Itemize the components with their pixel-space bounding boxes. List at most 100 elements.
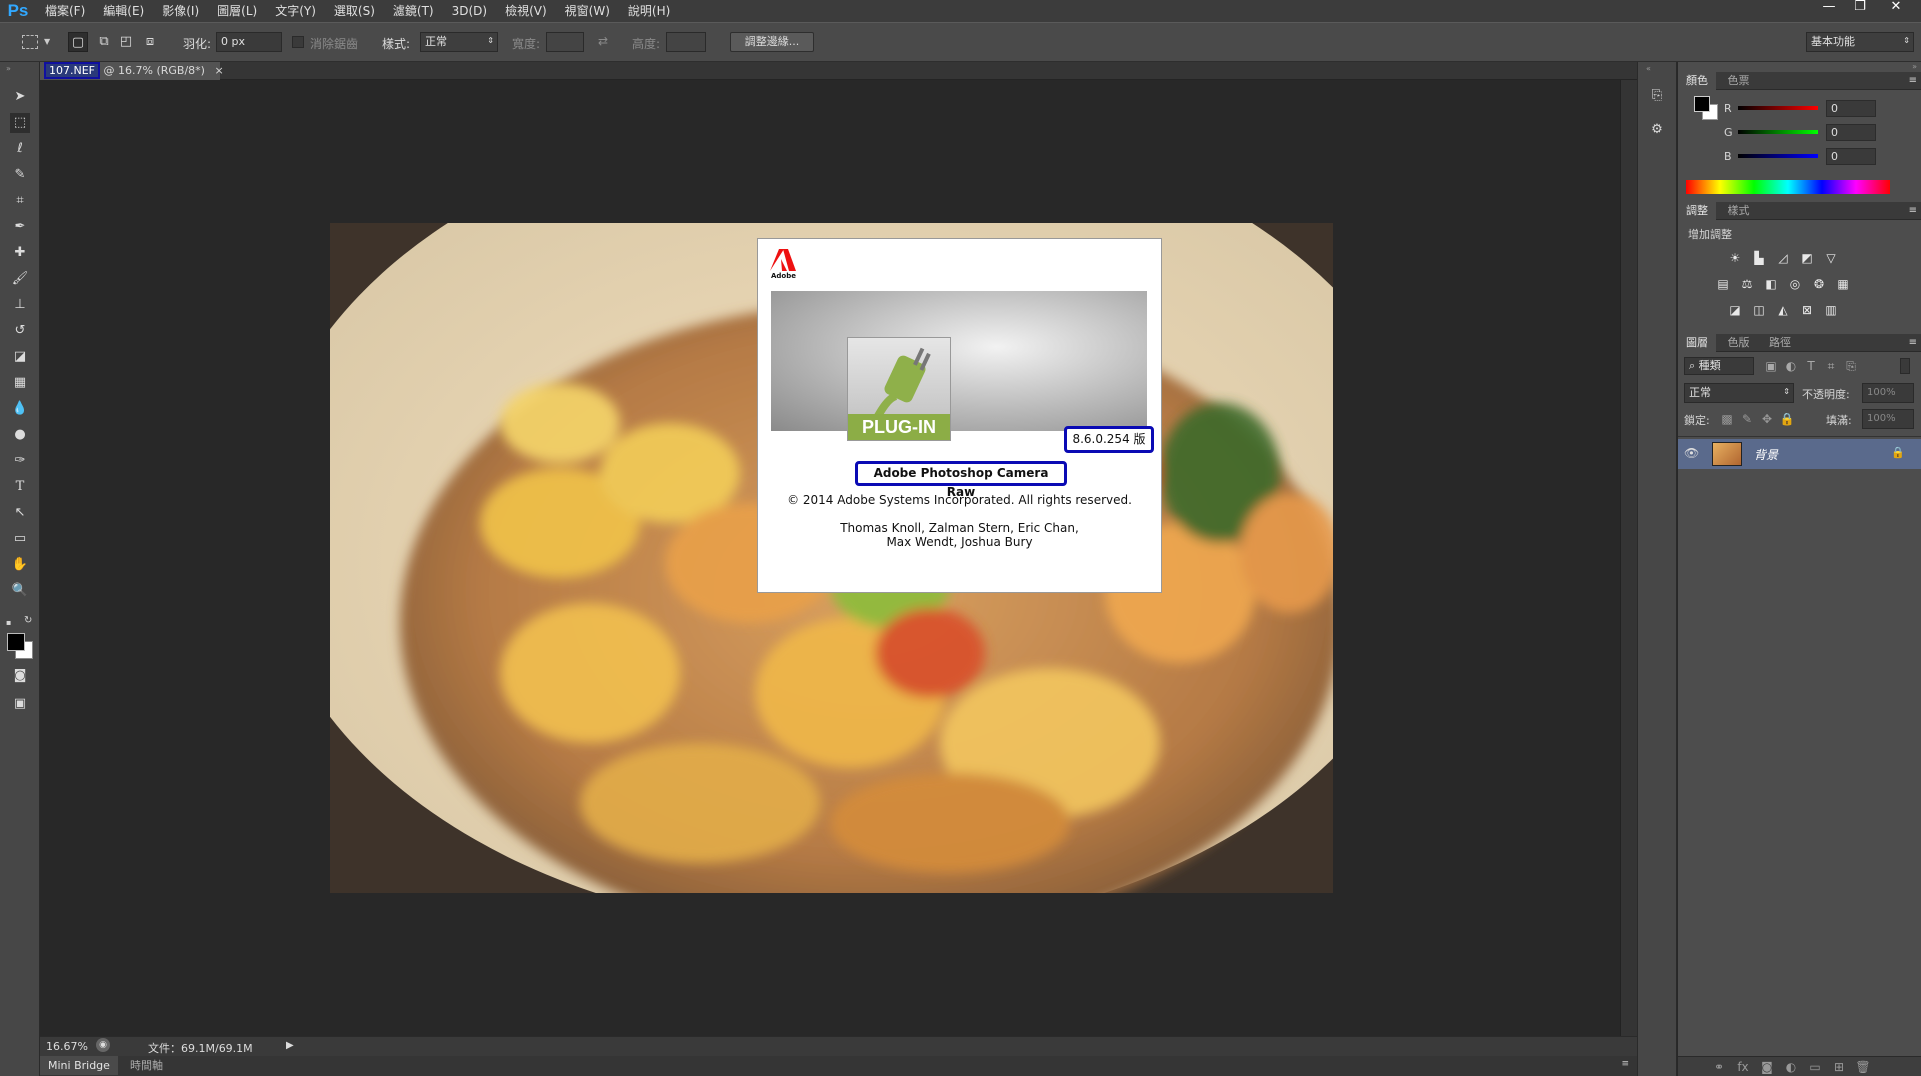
screen-mode-icon[interactable]: ▣ bbox=[10, 694, 30, 714]
visibility-eye-icon[interactable]: 👁 bbox=[1684, 446, 1699, 460]
tab-swatches[interactable]: 色票 bbox=[1720, 72, 1758, 90]
tab-mini-bridge[interactable]: Mini Bridge bbox=[40, 1056, 118, 1075]
refine-edge-button[interactable]: 調整邊緣... bbox=[730, 32, 814, 52]
fill-input[interactable]: 100% bbox=[1862, 409, 1914, 429]
link-layers-icon[interactable]: ⚭ bbox=[1710, 1059, 1728, 1075]
filter-pixel-icon[interactable]: ▣ bbox=[1762, 358, 1780, 374]
close-tab-icon[interactable]: × bbox=[214, 64, 223, 77]
collapse-icon[interactable]: » bbox=[1912, 62, 1917, 71]
slider-b[interactable] bbox=[1738, 154, 1818, 158]
filter-type-icon[interactable]: T bbox=[1802, 358, 1820, 374]
lock-image-icon[interactable]: ✎ bbox=[1738, 411, 1756, 427]
color-balance-icon[interactable]: ⚖ bbox=[1738, 276, 1756, 292]
menu-filter[interactable]: 濾鏡(T) bbox=[384, 0, 443, 22]
marquee-tool-preset-icon[interactable] bbox=[22, 35, 38, 49]
crop-tool-icon[interactable]: ⌗ bbox=[10, 191, 30, 211]
menu-3d[interactable]: 3D(D) bbox=[443, 0, 496, 22]
value-g[interactable]: 0 bbox=[1826, 124, 1876, 141]
menu-file[interactable]: 檔案(F) bbox=[36, 0, 94, 22]
collapse-icon[interactable]: « bbox=[1646, 64, 1651, 73]
gradient-tool-icon[interactable]: ▦ bbox=[10, 373, 30, 393]
blur-tool-icon[interactable]: 💧 bbox=[10, 399, 30, 419]
menu-select[interactable]: 選取(S) bbox=[325, 0, 384, 22]
filter-toggle[interactable] bbox=[1900, 358, 1910, 374]
move-tool-icon[interactable]: ➤ bbox=[10, 87, 30, 107]
blend-mode-select[interactable]: 正常 ⇕ bbox=[1684, 383, 1794, 403]
lasso-tool-icon[interactable]: ℓ bbox=[10, 139, 30, 159]
black-white-icon[interactable]: ◧ bbox=[1762, 276, 1780, 292]
photo-filter-icon[interactable]: ◎ bbox=[1786, 276, 1804, 292]
fx-icon[interactable]: fx bbox=[1734, 1059, 1752, 1075]
history-brush-tool-icon[interactable]: ↺ bbox=[10, 321, 30, 341]
panel-menu-icon[interactable]: ≡ bbox=[1909, 202, 1917, 220]
tab-channels[interactable]: 色版 bbox=[1720, 334, 1758, 352]
brush-tool-icon[interactable]: 🖌 bbox=[10, 269, 30, 289]
slider-g[interactable] bbox=[1738, 130, 1818, 134]
workspace-select[interactable]: 基本功能 ⇕ bbox=[1806, 32, 1914, 52]
tab-timeline[interactable]: 時間軸 bbox=[122, 1056, 171, 1075]
menu-layer[interactable]: 圖層(L) bbox=[208, 0, 266, 22]
status-menu-arrow-icon[interactable]: ▶ bbox=[286, 1040, 294, 1051]
panel-menu-icon[interactable]: ≡ bbox=[1621, 1059, 1629, 1069]
opacity-input[interactable]: 100% bbox=[1862, 383, 1914, 403]
height-input[interactable] bbox=[666, 32, 706, 52]
zoom-tool-icon[interactable]: 🔍 bbox=[10, 581, 30, 601]
feather-input[interactable]: 0 px bbox=[216, 32, 282, 52]
filter-shape-icon[interactable]: ⌗ bbox=[1822, 358, 1840, 374]
info-icon[interactable]: ◉ bbox=[96, 1038, 110, 1052]
antialias-checkbox[interactable] bbox=[292, 36, 304, 48]
vertical-scrollbar[interactable] bbox=[1620, 80, 1637, 1036]
new-selection-icon[interactable]: ▢ bbox=[68, 32, 88, 52]
posterize-icon[interactable]: ◫ bbox=[1750, 302, 1768, 318]
levels-icon[interactable]: ▙ bbox=[1750, 250, 1768, 266]
add-mask-icon[interactable]: ◙ bbox=[1758, 1059, 1776, 1075]
threshold-icon[interactable]: ◭ bbox=[1774, 302, 1792, 318]
channel-mixer-icon[interactable]: ❂ bbox=[1810, 276, 1828, 292]
properties-panel-icon[interactable]: ⚙ bbox=[1647, 120, 1667, 140]
add-selection-icon[interactable]: ⧉ bbox=[94, 32, 114, 52]
restore-button[interactable]: ❐ bbox=[1846, 0, 1874, 16]
minimize-button[interactable]: — bbox=[1815, 0, 1843, 16]
hue-sat-icon[interactable]: ▤ bbox=[1714, 276, 1732, 292]
document-tab[interactable]: 107.NEF @ 16.7% (RGB/8*) × bbox=[40, 62, 224, 80]
filter-adjust-icon[interactable]: ◐ bbox=[1782, 358, 1800, 374]
rectangle-tool-icon[interactable]: ▭ bbox=[10, 529, 30, 549]
tab-adjustments[interactable]: 調整 bbox=[1678, 202, 1716, 220]
panel-menu-icon[interactable]: ≡ bbox=[1909, 334, 1917, 352]
filter-smart-icon[interactable]: ⎘ bbox=[1842, 358, 1860, 374]
zoom-level[interactable]: 16.67% bbox=[46, 1040, 88, 1053]
default-colors-icon[interactable]: ▪ bbox=[6, 618, 16, 628]
tab-layers[interactable]: 圖層 bbox=[1678, 334, 1716, 352]
value-r[interactable]: 0 bbox=[1826, 100, 1876, 117]
hand-tool-icon[interactable]: ✋ bbox=[10, 555, 30, 575]
layer-kind-filter[interactable]: ⌕ 種類 bbox=[1684, 357, 1754, 375]
quick-select-tool-icon[interactable]: ✎ bbox=[10, 165, 30, 185]
healing-brush-tool-icon[interactable]: ✚ bbox=[10, 243, 30, 263]
style-select[interactable]: 正常 ⇕ bbox=[420, 32, 498, 52]
new-adjustment-icon[interactable]: ◐ bbox=[1782, 1059, 1800, 1075]
eyedropper-tool-icon[interactable]: ✒ bbox=[10, 217, 30, 237]
menu-help[interactable]: 說明(H) bbox=[619, 0, 679, 22]
clone-stamp-tool-icon[interactable]: ⊥ bbox=[10, 295, 30, 315]
swap-colors-icon[interactable]: ↻ bbox=[24, 615, 32, 626]
menu-view[interactable]: 檢視(V) bbox=[496, 0, 556, 22]
new-layer-icon[interactable]: ⊞ bbox=[1830, 1059, 1848, 1075]
invert-icon[interactable]: ◪ bbox=[1726, 302, 1744, 318]
dodge-tool-icon[interactable]: ● bbox=[10, 425, 30, 445]
about-plugin-dialog[interactable]: Adobe PLUG-IN 8.6.0.254 版 Adobe Photosho… bbox=[757, 238, 1162, 593]
tab-styles[interactable]: 樣式 bbox=[1720, 202, 1758, 220]
color-spectrum[interactable] bbox=[1686, 180, 1890, 194]
layer-name[interactable]: 背景 bbox=[1754, 446, 1778, 463]
history-panel-icon[interactable]: ⎘ bbox=[1647, 86, 1667, 106]
menu-window[interactable]: 視窗(W) bbox=[556, 0, 619, 22]
slider-r[interactable] bbox=[1738, 106, 1818, 110]
gradient-map-icon[interactable]: ▥ bbox=[1822, 302, 1840, 318]
tab-paths[interactable]: 路徑 bbox=[1761, 334, 1799, 352]
curves-icon[interactable]: ◿ bbox=[1774, 250, 1792, 266]
delete-layer-icon[interactable]: 🗑 bbox=[1854, 1059, 1872, 1075]
path-select-tool-icon[interactable]: ↖ bbox=[10, 503, 30, 523]
chevron-down-icon[interactable]: ▼ bbox=[44, 37, 50, 46]
rect-marquee-tool-icon[interactable]: ⬚ bbox=[10, 113, 30, 133]
close-window-button[interactable]: ✕ bbox=[1880, 0, 1912, 16]
lock-transparent-icon[interactable]: ▩ bbox=[1718, 411, 1736, 427]
